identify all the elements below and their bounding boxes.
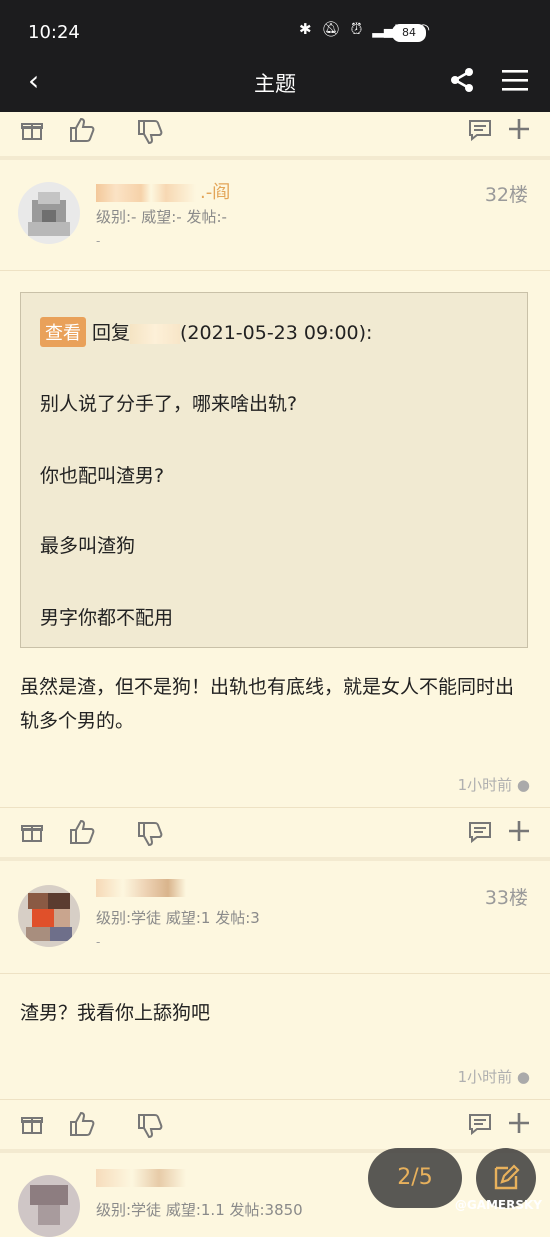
gift-icon[interactable] [20,1112,44,1136]
battery-icon: 84 [392,24,426,42]
username[interactable] [96,877,190,898]
page-indicator-button[interactable]: 2/5 [368,1148,462,1208]
user-meta: 级别:- 威望:- 发帖:- [96,208,227,226]
post-actions [0,1102,550,1148]
add-icon[interactable] [508,1112,530,1134]
avatar[interactable] [18,182,80,244]
mute-icon: 🔕︎ [321,20,341,38]
comment-icon[interactable] [468,820,492,844]
post-header: .-阎 32楼 级别:- 威望:- 发帖:- - [0,160,550,270]
user-meta: 级别:学徒 威望:1.1 发帖:3850 [96,1201,303,1219]
view-quote-button[interactable]: 查看 [40,317,86,347]
post-content: 虽然是渣，但不是狗！出轨也有底线，就是女人不能同时出轨多个男的。 [20,676,515,732]
username[interactable] [96,1167,190,1188]
apple-icon: ● [516,1068,530,1086]
username-blur [96,879,186,897]
reply-time: (2021-05-23 09:00): [180,322,373,344]
thumbs-down-icon[interactable] [136,820,164,848]
apple-icon: ● [516,776,530,794]
thumbs-up-icon[interactable] [68,116,96,144]
post-time: 1小时前 ● [457,776,530,794]
gift-icon[interactable] [20,820,44,844]
separator [0,1099,550,1100]
post-actions [0,810,550,856]
watermark: @GAMERSKY [454,1198,542,1212]
edit-icon [494,1164,520,1190]
bluetooth-icon: ✱ [298,20,312,38]
quote-line: 你也配叫渣男? [40,465,165,487]
post-header: 33楼 级别:学徒 威望:1 发帖:3 - [0,861,550,971]
separator [0,973,550,974]
add-icon[interactable] [508,118,530,140]
user-meta: 级别:学徒 威望:1 发帖:3 [96,909,260,927]
username-blur [96,184,196,202]
nav-bar: ‹ 主题 [0,52,550,112]
alarm-icon: ⏰︎ [350,20,363,38]
user-signature: - [96,234,101,248]
menu-icon[interactable] [502,68,528,92]
share-icon[interactable] [448,66,476,94]
avatar[interactable] [18,1175,80,1237]
comment-icon[interactable] [468,118,492,142]
user-signature: - [96,935,101,949]
quote-header: 查看 回复 (2021-05-23 09:00): [40,317,372,347]
username[interactable]: .-阎 [96,178,230,204]
quoted-username [130,323,181,344]
separator [0,807,550,808]
username-blur [96,1169,186,1187]
add-icon[interactable] [508,820,530,842]
thumbs-down-icon[interactable] [136,1112,164,1140]
post-time: 1小时前 ● [457,1068,530,1086]
comment-icon[interactable] [468,1112,492,1136]
quote-line: 男字你都不配用 [40,607,174,629]
quote-line: 别人说了分手了，哪来啥出轨? [40,393,298,415]
floor-number: 32楼 [484,184,528,206]
status-bar: 10:24 ✱ 🔕︎ ⏰︎ ▂▄▆ ◠ 84 [0,0,550,52]
gift-icon[interactable] [20,118,44,142]
status-time: 10:24 [28,22,80,43]
thumbs-down-icon[interactable] [136,118,164,146]
thumbs-up-icon[interactable] [68,1110,96,1138]
separator [0,270,550,271]
post-actions [0,112,550,158]
avatar[interactable] [18,885,80,947]
thumbs-up-icon[interactable] [68,818,96,846]
quote-line: 最多叫渣狗 [40,535,136,557]
floor-number: 33楼 [484,887,528,909]
quote-block: 查看 回复 (2021-05-23 09:00): 别人说了分手了，哪来啥出轨? 你… [20,292,528,648]
reply-prefix: 回复 [92,322,131,344]
post-content: 渣男？我看你上舔狗吧 [20,1002,211,1024]
